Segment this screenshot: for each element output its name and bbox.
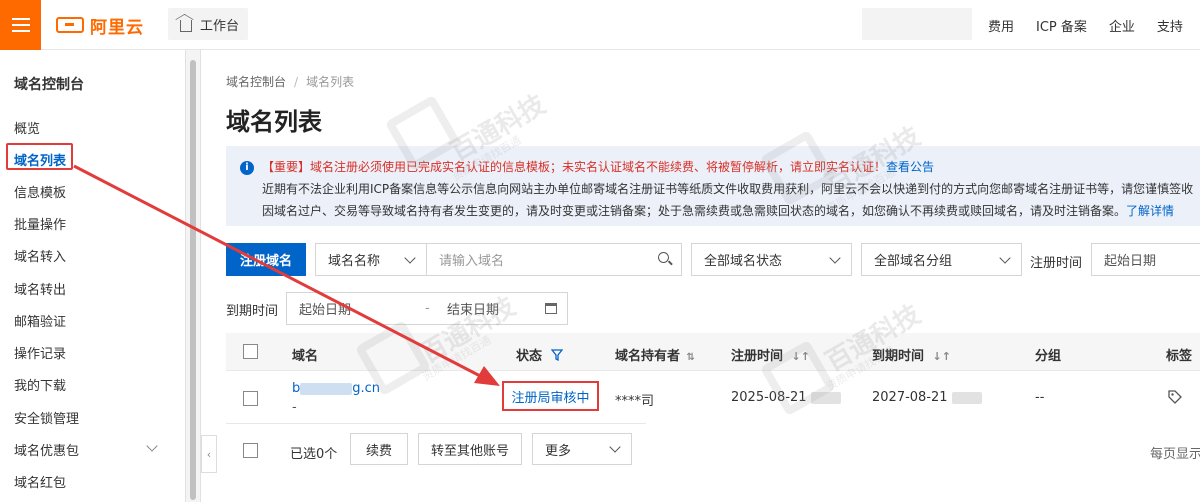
exp-time-value: 2027-08-21	[872, 390, 948, 405]
table-row-domain[interactable]: b g.cn	[292, 381, 380, 396]
nav-support[interactable]: 支持	[1146, 16, 1194, 35]
group-filter-select[interactable]: 全部域名分组	[861, 243, 1022, 276]
filter-icon[interactable]	[550, 349, 563, 362]
expire-date-range[interactable]: 起始日期 - 结束日期	[286, 292, 568, 325]
notice-line-2: 近期有不法企业利用ICP备案信息等公示信息向网站主办单位邮寄域名注册证书等纸质文…	[262, 182, 1194, 196]
chevron-down-icon	[999, 252, 1011, 264]
workbench-label: 工作台	[200, 18, 240, 34]
breadcrumb-current: 域名列表	[306, 75, 355, 89]
sidebar-item-email-verify[interactable]: 邮箱验证	[14, 311, 66, 330]
group-filter-value: 全部域名分组	[874, 254, 953, 269]
col-group: 分组	[1035, 349, 1062, 364]
per-page-label: 每页显示	[1150, 447, 1200, 462]
notice-line-3-text: 因域名过户、交易等导致域名持有者发生变更的，请及时变更或注销备案；处于急需续费或…	[262, 204, 1127, 218]
search-icon	[658, 252, 669, 263]
chevron-down-icon	[404, 252, 416, 264]
menu-icon[interactable]	[0, 0, 41, 50]
footer-select-all-checkbox[interactable]	[243, 443, 258, 458]
col-holder-label: 域名持有者	[615, 349, 681, 364]
tag-icon[interactable]	[1168, 390, 1182, 404]
search-placeholder: 请输入域名	[439, 254, 505, 269]
sidebar-scrollbar-thumb[interactable]	[190, 60, 196, 500]
redacted-text	[951, 391, 982, 404]
annotation-highlight-sidebar	[6, 143, 73, 170]
exp-start-placeholder[interactable]: 起始日期	[299, 299, 351, 318]
notice-learn-more-link[interactable]: 了解详情	[1126, 204, 1174, 218]
sidebar-item-transfer-out[interactable]: 域名转出	[14, 279, 66, 298]
col-tag: 标签	[1166, 349, 1193, 364]
info-icon: i	[240, 161, 254, 175]
sort-icon[interactable]: ↓↑	[933, 350, 951, 363]
sidebar-item-red-packet[interactable]: 域名红包	[14, 472, 66, 491]
renew-button[interactable]: 续费	[350, 433, 408, 465]
selected-count: 已选0个	[290, 447, 338, 462]
brand-name: 阿里云	[90, 17, 144, 38]
search-type-select[interactable]: 域名名称	[315, 243, 427, 276]
nav-icp[interactable]: ICP 备案	[1025, 16, 1098, 35]
nav-enterprise[interactable]: 企业	[1098, 16, 1146, 35]
more-label: 更多	[545, 443, 572, 459]
domain-link-prefix[interactable]: b	[292, 381, 300, 396]
nav-ticket[interactable]: 工单	[1194, 16, 1200, 35]
transfer-account-button[interactable]: 转至其他账号	[418, 433, 522, 465]
col-status-label: 状态	[516, 349, 543, 364]
global-search-input[interactable]	[862, 8, 972, 40]
sidebar-scrollbar[interactable]	[185, 50, 201, 502]
sidebar-item-transfer-in[interactable]: 域名转入	[14, 246, 66, 265]
sidebar-item-operation-log[interactable]: 操作记录	[14, 343, 66, 362]
row-divider	[226, 423, 646, 424]
reg-start-placeholder: 起始日期	[1104, 254, 1157, 269]
status-filter-value: 全部域名状态	[704, 254, 783, 269]
top-nav: 费用 ICP 备案 企业 支持 工单	[977, 0, 1200, 50]
sidebar-item-discount-pack[interactable]: 域名优惠包	[14, 440, 79, 459]
sidebar-item-security-lock[interactable]: 安全锁管理	[14, 408, 79, 427]
chevron-down-icon	[609, 441, 621, 453]
breadcrumb-console[interactable]: 域名控制台	[226, 75, 286, 89]
sidebar-title: 域名控制台	[14, 77, 84, 93]
col-status: 状态	[516, 345, 563, 364]
top-bar: 阿里云 工作台 费用 ICP 备案 企业 支持 工单	[0, 0, 1200, 50]
reg-start-date-input[interactable]: 起始日期	[1091, 243, 1200, 276]
sidebar-item-batch[interactable]: 批量操作	[14, 214, 66, 233]
notice-tag: 【重要】	[262, 160, 311, 174]
group-cell: --	[1035, 390, 1045, 405]
aliyun-logo-icon	[56, 17, 84, 33]
aliyun-logo[interactable]: 阿里云	[56, 13, 144, 38]
sidebar-item-info-template[interactable]: 信息模板	[14, 182, 66, 201]
select-all-checkbox[interactable]	[243, 344, 258, 359]
holder-cell: ****司	[615, 394, 655, 409]
home-icon	[180, 20, 192, 32]
calendar-icon[interactable]	[545, 303, 557, 314]
collapse-sidebar-button[interactable]: ‹	[201, 435, 217, 473]
workbench-button[interactable]: 工作台	[168, 8, 248, 40]
domain-sub: -	[292, 400, 297, 415]
more-select[interactable]: 更多	[532, 433, 632, 465]
search-input[interactable]: 请输入域名	[426, 243, 649, 276]
register-domain-button[interactable]: 注册域名	[226, 243, 306, 276]
exp-end-placeholder[interactable]: 结束日期	[447, 299, 499, 318]
search-type-value: 域名名称	[328, 254, 381, 269]
sidebar-item-downloads[interactable]: 我的下载	[14, 375, 66, 394]
sort-icon[interactable]: ⇅	[687, 352, 695, 363]
col-holder: 域名持有者 ⇅	[615, 345, 695, 364]
redacted-text	[300, 382, 353, 395]
search-button[interactable]	[648, 243, 682, 276]
row-checkbox[interactable]	[243, 391, 258, 406]
col-domain: 域名	[292, 349, 319, 364]
breadcrumb: 域名控制台 / 域名列表	[226, 75, 355, 89]
notice-line-3: 因域名过户、交易等导致域名持有者发生变更的，请及时变更或注销备案；处于急需续费或…	[262, 202, 1174, 219]
expire-time-label: 到期时间	[226, 304, 279, 319]
nav-fee[interactable]: 费用	[977, 16, 1025, 35]
reg-time-label: 注册时间	[1030, 256, 1083, 271]
status-badge[interactable]: 注册局审核中	[502, 381, 599, 411]
status-filter-select[interactable]: 全部域名状态	[691, 243, 852, 276]
page-title: 域名列表	[226, 108, 322, 136]
chevron-down-icon	[829, 252, 841, 264]
sidebar-item-overview[interactable]: 概览	[14, 118, 40, 137]
exp-time-cell: 2027-08-21	[872, 390, 982, 405]
